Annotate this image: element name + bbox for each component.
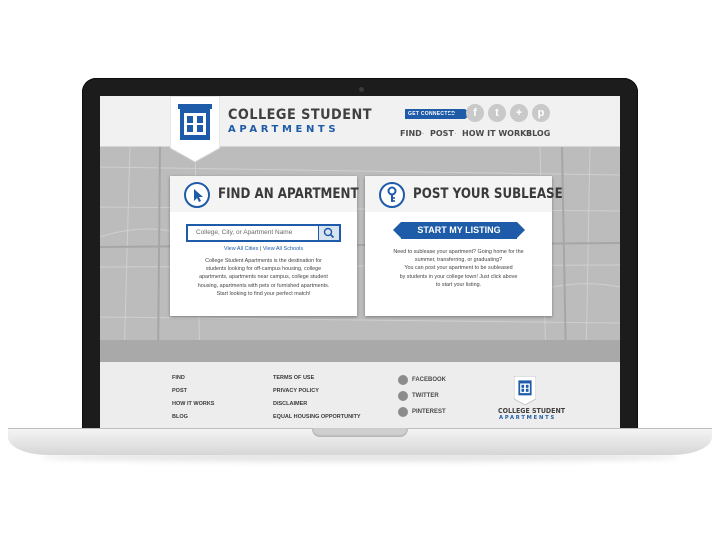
post-sublease-card: POST YOUR SUBLEASE START MY LISTING Need… [365, 176, 563, 316]
find-title: FIND AN APARTMENT [218, 186, 359, 202]
camera-icon [359, 87, 364, 92]
find-body-line: Start looking to find your perfect match… [216, 290, 311, 297]
arrow-icon [447, 113, 463, 114]
nav-find[interactable]: FIND [400, 129, 422, 138]
footer-link-equal-housing[interactable]: EQUAL HOUSING OPPORTUNITY [273, 414, 361, 420]
find-apartment-card: FIND AN APARTMENT College, City, or Apar… [170, 176, 359, 316]
key-icon [379, 182, 405, 208]
twitter-icon[interactable]: t [488, 104, 506, 122]
find-body-line: apartments, apartments near campus, coll… [199, 274, 328, 281]
post-title: POST YOUR SUBLEASE [413, 186, 563, 202]
facebook-icon[interactable] [398, 375, 408, 385]
nav-separator: · [422, 129, 425, 138]
find-description: College Student Apartments is the destin… [188, 257, 339, 298]
get-connected-label: GET CONNECTED [405, 109, 472, 119]
post-body-line: to start your listing. [435, 281, 482, 288]
logo-subtitle[interactable]: APARTMENTS [228, 124, 339, 135]
nav-separator: · [454, 129, 457, 138]
pinterest-icon[interactable] [398, 407, 408, 417]
view-all-cities-link[interactable]: View All Cities [224, 246, 258, 252]
find-links: View All Cities | View All Schools [170, 246, 357, 252]
post-body-line: Need to sublease your apartment? Going h… [393, 249, 524, 255]
footer-logo-subtitle: APARTMENTS [499, 415, 556, 421]
site-footer: FIND POST HOW IT WORKS BLOG TERMS OF USE… [100, 362, 620, 428]
start-listing-button[interactable]: START MY LISTING [393, 222, 525, 239]
search-icon [323, 227, 335, 239]
nav-how-it-works[interactable]: HOW IT WORKS [462, 129, 532, 138]
footer-link-privacy[interactable]: PRIVACY POLICY [273, 388, 319, 394]
search-input[interactable]: College, City, or Apartment Name [186, 224, 341, 242]
footer-logo-icon[interactable] [514, 376, 536, 405]
footer-twitter-link[interactable]: TWITTER [412, 393, 439, 399]
nav-separator: · [518, 129, 521, 138]
footer-facebook-link[interactable]: FACEBOOK [412, 377, 446, 383]
footer-link-terms[interactable]: TERMS OF USE [273, 375, 314, 381]
footer-link-find[interactable]: FIND [172, 375, 185, 381]
post-body-line: You can post your apartment to be sublea… [404, 265, 513, 272]
screen: COLLEGE STUDENT APARTMENTS GET CONNECTED… [100, 96, 620, 428]
twitter-icon[interactable] [398, 391, 408, 401]
search-button[interactable] [318, 226, 339, 240]
footer-link-post[interactable]: POST [172, 388, 187, 394]
footer-pinterest-link[interactable]: PINTEREST [412, 409, 446, 415]
map-bottom-band [100, 340, 620, 362]
post-body-line: summer, transferring, or graduating? [414, 257, 503, 264]
footer-link-disclaimer[interactable]: DISCLAIMER [273, 401, 307, 407]
nav-post[interactable]: POST [430, 129, 454, 138]
search-placeholder: College, City, or Apartment Name [196, 229, 293, 236]
footer-logo-title: COLLEGE STUDENT [498, 407, 566, 415]
post-description: Need to sublease your apartment? Going h… [383, 248, 534, 289]
facebook-icon[interactable]: f [466, 104, 484, 122]
post-body-line: by students in your college town! Just c… [399, 273, 518, 280]
find-body-line: students looking for off-campus housing,… [205, 266, 322, 273]
laptop-notch [312, 428, 408, 437]
logo-title[interactable]: COLLEGE STUDENT [228, 107, 372, 123]
pinterest-icon[interactable]: p [532, 104, 550, 122]
find-body-line: College Student Apartments is the destin… [205, 258, 322, 264]
google-plus-icon[interactable]: + [510, 104, 528, 122]
find-body-line: housing, apartments with pets or furnish… [197, 282, 330, 289]
nav-blog[interactable]: BLOG [526, 129, 550, 138]
view-all-schools-link[interactable]: View All Schools [263, 246, 303, 252]
link-separator: | [259, 246, 262, 252]
cursor-icon [184, 182, 210, 208]
footer-link-blog[interactable]: BLOG [172, 414, 188, 420]
logo-icon[interactable] [170, 96, 220, 162]
footer-link-how-it-works[interactable]: HOW IT WORKS [172, 401, 214, 407]
